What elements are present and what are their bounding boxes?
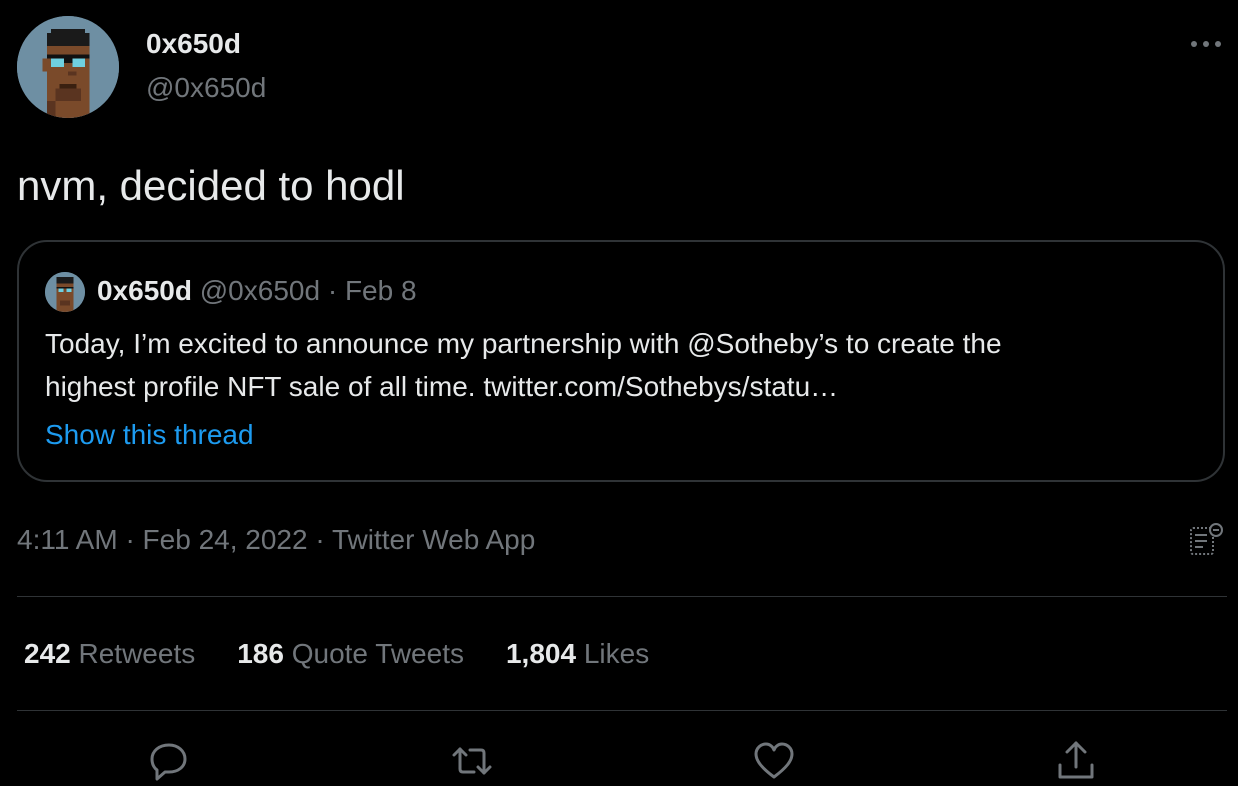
share-icon bbox=[1058, 741, 1094, 779]
tweet-source[interactable]: Twitter Web App bbox=[332, 524, 535, 555]
heart-icon bbox=[754, 742, 794, 779]
tweet-detail: 0x650d @0x650d nvm, decided to hodl 0x65 bbox=[0, 0, 1238, 786]
more-dots-icon bbox=[1191, 41, 1221, 47]
retweets-count: 242 bbox=[24, 638, 71, 669]
more-options-button[interactable] bbox=[1186, 28, 1226, 60]
retweet-icon bbox=[452, 747, 492, 775]
quoted-tweet-display-name: 0x650d bbox=[97, 275, 192, 306]
tweet-text: nvm, decided to hodl bbox=[17, 162, 405, 209]
tweet-time[interactable]: 4:11 AM bbox=[17, 524, 118, 555]
quoted-tweet-separator: · bbox=[327, 275, 338, 306]
quoted-tweet-card[interactable]: 0x650d @0x650d · Feb 8 Today, I’m excite… bbox=[17, 240, 1225, 482]
retweets-label: Retweets bbox=[78, 638, 196, 669]
reply-icon bbox=[150, 743, 187, 781]
quoted-tweet-date: Feb 8 bbox=[344, 275, 417, 306]
meta-separator: · bbox=[125, 524, 135, 555]
tweet-meta: 4:11 AM · Feb 24, 2022 · Twitter Web App bbox=[17, 522, 535, 558]
author-avatar[interactable] bbox=[17, 16, 119, 118]
like-button[interactable] bbox=[751, 738, 797, 784]
quoted-tweet-text-line-2: highest profile NFT sale of all time. tw… bbox=[45, 371, 839, 402]
show-thread-link[interactable]: Show this thread bbox=[45, 417, 254, 453]
pixel-punk-avatar-icon bbox=[17, 16, 119, 118]
retweet-button[interactable] bbox=[449, 738, 495, 784]
author-display-name[interactable]: 0x650d bbox=[146, 26, 241, 62]
quoted-tweet-text-line-1: Today, I’m excited to announce my partne… bbox=[45, 328, 1002, 359]
meta-separator: · bbox=[315, 524, 325, 555]
analytics-icon[interactable] bbox=[1186, 520, 1226, 560]
tweet-date[interactable]: Feb 24, 2022 bbox=[143, 524, 308, 555]
divider bbox=[17, 710, 1227, 711]
quote-tweets-label: Quote Tweets bbox=[291, 638, 464, 669]
pixel-punk-avatar-icon bbox=[45, 272, 85, 312]
quote-tweets-stat[interactable]: 186 Quote Tweets bbox=[237, 636, 464, 672]
retweets-stat[interactable]: 242 Retweets bbox=[24, 636, 195, 672]
quoted-tweet-handle: @0x650d bbox=[199, 275, 321, 306]
likes-label: Likes bbox=[583, 638, 650, 669]
reply-button[interactable] bbox=[146, 738, 192, 784]
tweet-stats: 242 Retweets 186 Quote Tweets 1,804 Like… bbox=[24, 636, 649, 672]
quoted-tweet-text: Today, I’m excited to announce my partne… bbox=[45, 322, 1205, 408]
likes-stat[interactable]: 1,804 Likes bbox=[506, 636, 649, 672]
share-button[interactable] bbox=[1053, 738, 1099, 784]
quoted-tweet-avatar bbox=[45, 272, 85, 312]
quoted-tweet-header: 0x650d @0x650d · Feb 8 bbox=[97, 273, 417, 309]
divider bbox=[17, 596, 1227, 597]
likes-count: 1,804 bbox=[505, 638, 577, 669]
author-handle[interactable]: @0x650d bbox=[146, 70, 266, 106]
quote-tweets-count: 186 bbox=[237, 638, 284, 669]
